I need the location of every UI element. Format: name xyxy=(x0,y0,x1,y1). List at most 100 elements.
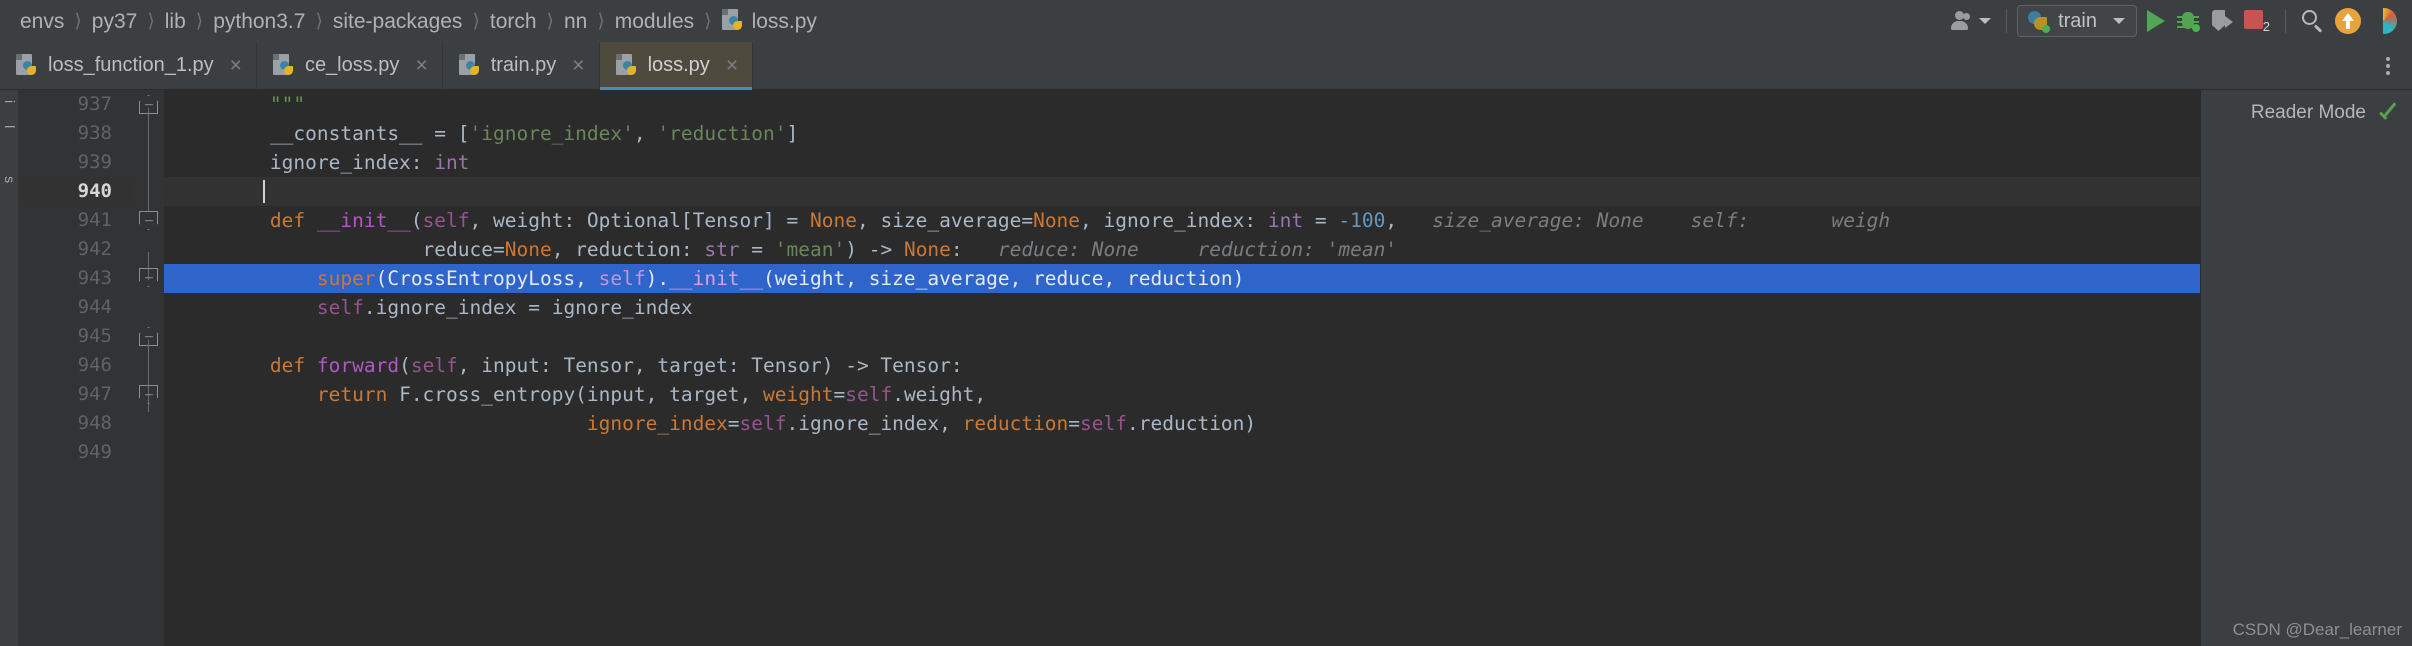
fold-collapse-marker[interactable] xyxy=(140,96,157,113)
code-line-938[interactable]: __constants__ = ['ignore_index', 'reduct… xyxy=(164,119,2200,148)
breadcrumb-item-torch[interactable]: torch xyxy=(484,8,543,35)
more-vertical-icon xyxy=(2378,56,2398,75)
toolbar-divider xyxy=(2006,9,2008,33)
main-toolbar: train 2 xyxy=(1945,0,2402,42)
code-folding-gutter[interactable] xyxy=(134,90,164,646)
code-line-947[interactable]: return F.cross_entropy(input, target, we… xyxy=(164,380,2200,409)
tab-close-icon[interactable]: × xyxy=(415,55,427,76)
update-project-icon xyxy=(2335,8,2361,34)
stop-square-icon: 2 xyxy=(2244,10,2270,34)
run-play-icon xyxy=(2147,10,2165,32)
tabs-overflow-button[interactable] xyxy=(2364,42,2412,89)
code-line-940[interactable] xyxy=(164,177,2200,206)
tab-loss-py[interactable]: loss.py × xyxy=(599,42,754,90)
breadcrumb-label: lib xyxy=(164,9,186,33)
breadcrumb-item-modules[interactable]: modules xyxy=(609,8,700,35)
breadcrumb-label: loss.py xyxy=(751,9,817,33)
code-line-943[interactable]: super(CrossEntropyLoss, self).__init__(w… xyxy=(164,264,2200,293)
tab-label: loss_function_1.py xyxy=(48,54,214,76)
breadcrumb-item-lib[interactable]: lib xyxy=(159,8,192,35)
search-everywhere-button[interactable] xyxy=(2296,4,2330,38)
debug-bug-icon xyxy=(2176,10,2200,32)
breadcrumb-label: py37 xyxy=(91,9,138,33)
line-number: 947 xyxy=(77,383,112,405)
editor-tabs: loss_function_1.py × ce_loss.py × train.… xyxy=(0,42,2412,90)
run-with-coverage-button[interactable] xyxy=(2205,4,2239,38)
tool-window-strip-labels: il s xyxy=(2,100,18,206)
breadcrumb-label: envs xyxy=(20,9,65,33)
debug-button[interactable] xyxy=(2171,4,2205,38)
tab-train-py[interactable]: train.py × xyxy=(443,42,600,89)
breadcrumb-item-py37[interactable]: py37 xyxy=(86,8,144,35)
tool-window-strip-left[interactable]: il s xyxy=(0,90,18,646)
python-file-icon xyxy=(458,53,481,78)
code-line-949[interactable] xyxy=(164,438,2200,467)
stop-count-badge: 2 xyxy=(2262,19,2270,34)
breadcrumb-item-python37[interactable]: python3.7 xyxy=(207,8,311,35)
run-button[interactable] xyxy=(2137,4,2171,38)
line-number: 946 xyxy=(77,354,112,376)
breadcrumb-item-site-packages[interactable]: site-packages xyxy=(327,8,469,35)
breadcrumb-item-envs[interactable]: envs xyxy=(14,8,70,35)
tab-label: train.py xyxy=(490,54,557,76)
line-number-current: 940 xyxy=(18,177,134,206)
text-caret xyxy=(263,180,265,203)
fold-collapse-marker[interactable] xyxy=(140,386,157,403)
code-line-945[interactable] xyxy=(164,322,2200,351)
navigation-bar: envs ⟩ py37 ⟩ lib ⟩ python3.7 ⟩ site-pac… xyxy=(0,0,2412,42)
line-number-gutter[interactable]: 937 938 939 940 941 942 943 944 945 946 … xyxy=(18,90,134,646)
python-file-icon xyxy=(16,53,38,78)
panel-divider xyxy=(2200,90,2201,646)
code-line-948[interactable]: ignore_index=self.ignore_index, reductio… xyxy=(164,409,2200,438)
breadcrumb-item-loss-py[interactable]: loss.py xyxy=(716,6,823,36)
code-line-941[interactable]: def __init__(self, weight: Optional[Tens… xyxy=(164,206,2200,235)
toolbar-divider xyxy=(2285,9,2286,33)
tab-label: loss.py xyxy=(647,54,710,76)
inspections-ok-icon[interactable] xyxy=(2378,100,2400,122)
users-icon xyxy=(1950,11,1972,31)
reader-mode-label[interactable]: Reader Mode xyxy=(2251,102,2366,124)
users-button[interactable] xyxy=(1945,4,1996,38)
fold-region-line xyxy=(148,108,149,212)
run-configuration-selector[interactable]: train xyxy=(2017,5,2137,37)
code-line-946[interactable]: def forward(self, input: Tensor, target:… xyxy=(164,351,2200,380)
fold-collapse-marker[interactable] xyxy=(140,269,157,286)
chevron-down-icon xyxy=(2113,18,2125,24)
run-config-label: train xyxy=(2058,9,2097,32)
tab-loss-function-1-py[interactable]: loss_function_1.py × xyxy=(0,42,257,89)
line-number: 941 xyxy=(77,209,112,231)
chevron-right-icon: ⟩ xyxy=(472,10,480,32)
stop-button[interactable]: 2 xyxy=(2239,4,2275,38)
breadcrumb-item-nn[interactable]: nn xyxy=(558,8,593,35)
line-number: 944 xyxy=(77,296,112,318)
chevron-right-icon: ⟩ xyxy=(597,10,605,32)
line-number: 948 xyxy=(77,412,112,434)
python-config-icon xyxy=(2027,10,2051,33)
code-line-939[interactable]: ignore_index: int xyxy=(164,148,2200,177)
chevron-right-icon: ⟩ xyxy=(546,10,554,32)
update-project-button[interactable] xyxy=(2330,4,2366,38)
code-line-942[interactable]: reduce=None, reduction: str = 'mean') ->… xyxy=(164,235,2200,264)
line-number: 943 xyxy=(77,267,112,289)
breadcrumb-label: nn xyxy=(563,9,588,33)
tab-close-icon[interactable]: × xyxy=(572,55,584,76)
breadcrumb-label: modules xyxy=(614,9,695,33)
ide-feature-button[interactable] xyxy=(2366,4,2402,38)
tab-label: ce_loss.py xyxy=(304,54,400,76)
tab-close-icon[interactable]: × xyxy=(726,55,738,76)
chevron-right-icon: ⟩ xyxy=(147,10,155,32)
code-line-937[interactable]: """ xyxy=(164,90,2200,119)
code-editor: il s 937 938 939 940 941 942 943 944 945… xyxy=(0,90,2412,646)
tab-close-icon[interactable]: × xyxy=(230,55,242,76)
line-number: 942 xyxy=(77,238,112,260)
fold-collapse-marker[interactable] xyxy=(140,212,157,229)
pycharm-window: envs ⟩ py37 ⟩ lib ⟩ python3.7 ⟩ site-pac… xyxy=(0,0,2412,646)
tab-ce-loss-py[interactable]: ce_loss.py × xyxy=(257,42,443,89)
code-line-944[interactable]: self.ignore_index = ignore_index xyxy=(164,293,2200,322)
python-file-icon xyxy=(615,53,638,78)
breadcrumb-label: python3.7 xyxy=(213,9,306,33)
chevron-down-icon xyxy=(1979,18,1992,24)
watermark-text: CSDN @Dear_learner xyxy=(2232,620,2402,639)
chevron-right-icon: ⟩ xyxy=(74,10,82,32)
code-text-area[interactable]: """ __constants__ = ['ignore_index', 're… xyxy=(164,90,2200,646)
